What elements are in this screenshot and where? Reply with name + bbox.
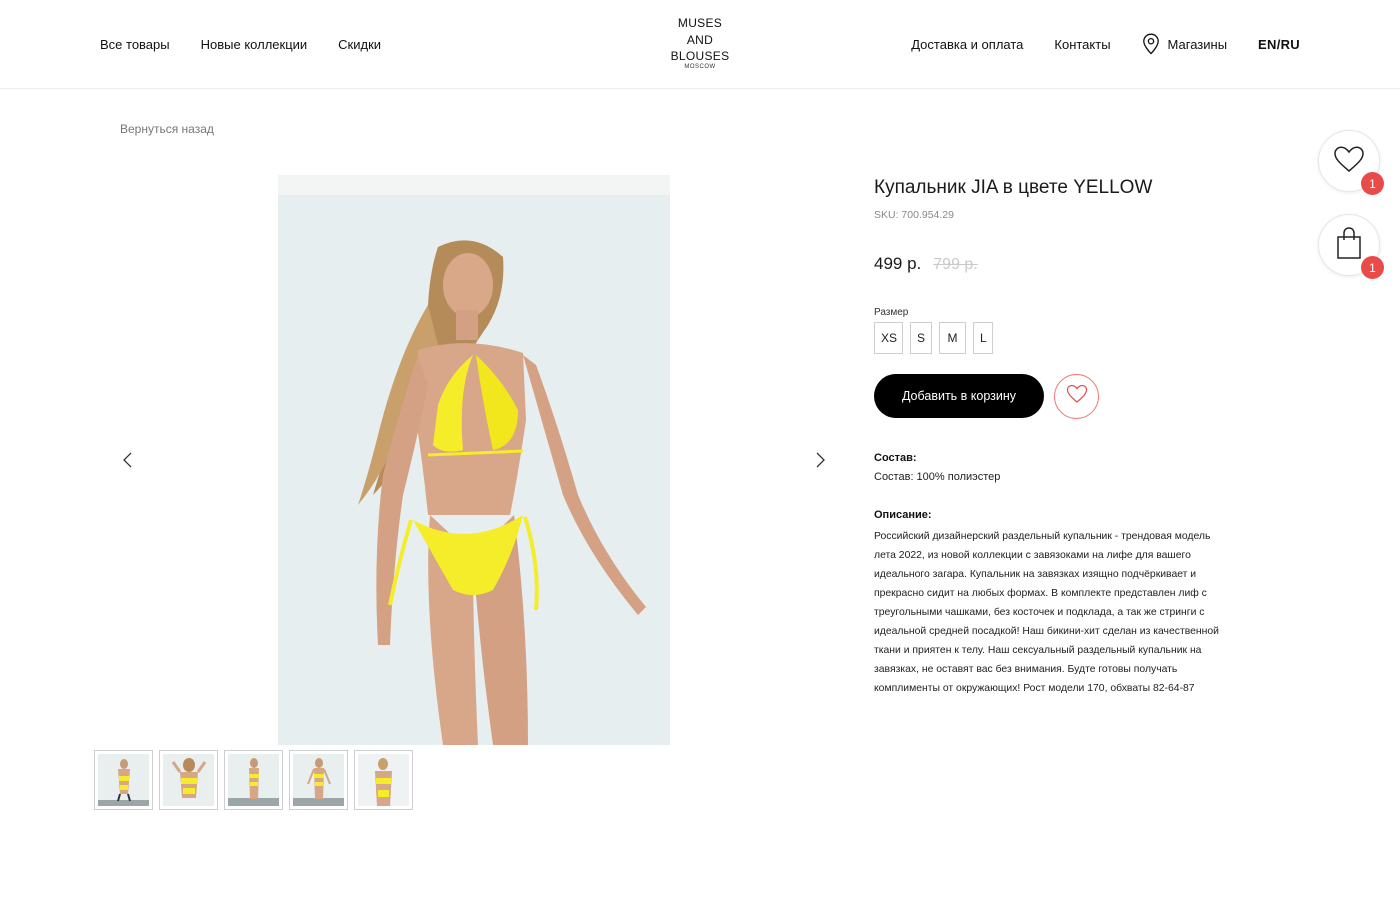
description-text: Российский дизайнерский раздельный купал… [874, 531, 1219, 694]
size-selector: XS S M L [874, 322, 993, 354]
size-option-xs[interactable]: XS [874, 322, 903, 354]
thumbnail-5[interactable] [354, 750, 413, 810]
nav-new-collections[interactable]: Новые коллекции [201, 37, 308, 52]
logo-line-1: MUSES [677, 16, 723, 30]
nav-contacts[interactable]: Контакты [1054, 37, 1110, 52]
favorites-count-badge: 1 [1361, 172, 1384, 195]
chevron-left-icon[interactable] [118, 450, 138, 470]
size-label: Размер [874, 307, 909, 318]
logo-subtitle: MOSCOW [684, 63, 716, 70]
description-heading: Описание: [874, 509, 932, 521]
chevron-right-icon[interactable] [810, 450, 830, 470]
nav-delivery[interactable]: Доставка и оплата [911, 37, 1023, 52]
language-switcher[interactable]: EN/RU [1258, 37, 1300, 52]
composition-heading: Состав: [874, 452, 917, 464]
thumbnail-strip [94, 750, 413, 810]
size-option-s[interactable]: S [910, 322, 932, 354]
add-to-favorites-button[interactable] [1054, 374, 1099, 419]
bag-icon [1335, 226, 1363, 265]
thumbnail-2[interactable] [159, 750, 218, 810]
product-main-image[interactable] [278, 175, 670, 745]
current-price: 499 р. [874, 254, 922, 273]
nav-stores[interactable]: Магазины [1142, 33, 1228, 55]
secondary-nav: Доставка и оплата Контакты Магазины EN/R… [880, 33, 1300, 55]
size-option-m[interactable]: M [939, 322, 966, 354]
add-to-cart-button[interactable]: Добавить в корзину [874, 374, 1044, 418]
price-block: 499 р. 799 р. [874, 254, 978, 274]
old-price: 799 р. [933, 256, 978, 273]
heart-icon [1333, 145, 1365, 178]
logo-line-3: BLOUSES [670, 49, 730, 63]
logo-line-2: AND [686, 32, 714, 47]
pin-icon [1142, 33, 1160, 55]
size-option-l[interactable]: L [973, 322, 993, 354]
site-header: Все товары Новые коллекции Скидки MUSES … [0, 0, 1400, 89]
main-nav: Все товары Новые коллекции Скидки [100, 37, 381, 52]
nav-stores-label: Магазины [1167, 36, 1228, 52]
product-title: Купальник JIA в цвете YELLOW [874, 177, 1153, 198]
nav-sale[interactable]: Скидки [338, 37, 381, 52]
thumbnail-4[interactable] [289, 750, 348, 810]
back-link[interactable]: Вернуться назад [120, 122, 214, 136]
thumbnail-3[interactable] [224, 750, 283, 810]
heart-icon [1066, 384, 1088, 409]
composition-text: Состав: 100% полиэстер [874, 471, 1001, 483]
nav-all-products[interactable]: Все товары [100, 37, 170, 52]
product-sku: SKU: 700.954.29 [874, 209, 954, 221]
brand-logo[interactable]: MUSES AND BLOUSES MOSCOW [650, 15, 750, 70]
thumbnail-1[interactable] [94, 750, 153, 810]
cart-count-badge: 1 [1361, 256, 1384, 279]
